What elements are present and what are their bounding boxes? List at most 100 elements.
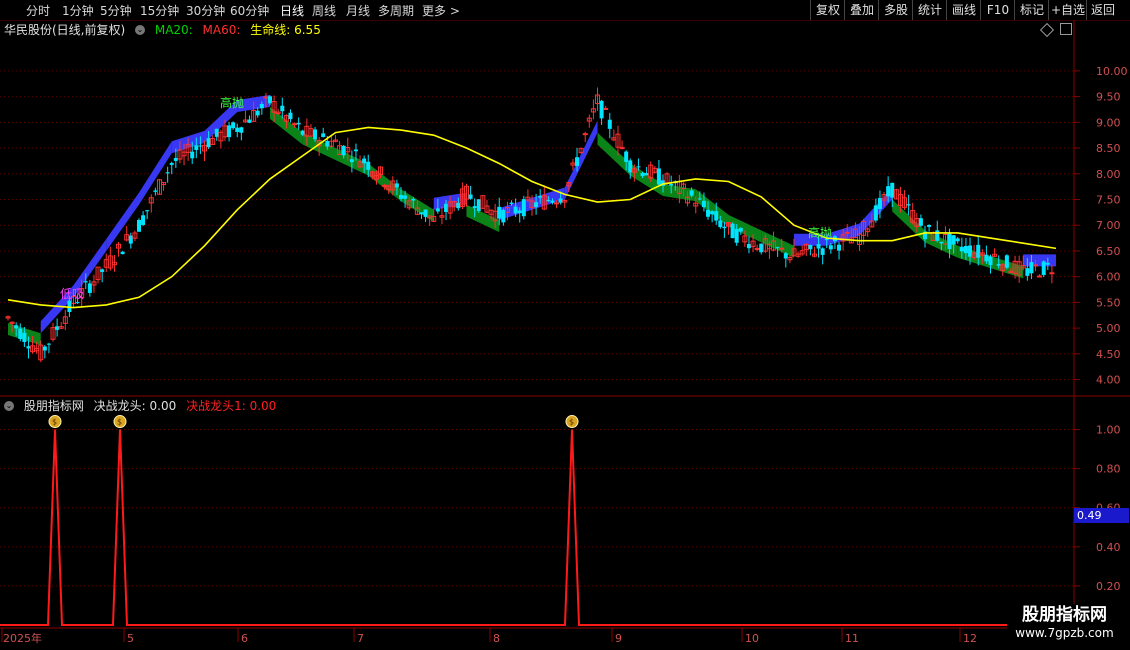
candle-body — [693, 202, 699, 207]
candle-body — [95, 266, 101, 281]
candle-body — [439, 215, 445, 218]
tab-timeframe-6[interactable]: 日线 — [280, 2, 304, 19]
candle-body — [935, 230, 940, 241]
tab-timeframe-8[interactable]: 月线 — [346, 2, 370, 19]
band-segment — [957, 245, 991, 269]
tab-timeframe-7[interactable]: 周线 — [312, 2, 336, 19]
tab-timeframe-3[interactable]: 15分钟 — [140, 2, 179, 19]
candle-body — [333, 139, 338, 142]
candle-body — [979, 252, 985, 256]
candle-body — [18, 328, 23, 339]
band-segment — [171, 130, 205, 154]
candle-body — [844, 231, 850, 234]
candle-body — [1033, 264, 1039, 267]
tab-timeframe-1[interactable]: 1分钟 — [62, 2, 94, 19]
panel-toggle-icon[interactable] — [1060, 23, 1072, 35]
candle-body — [242, 119, 248, 123]
candle-body — [947, 233, 952, 250]
toolbar-button-4[interactable]: 画线 — [946, 0, 981, 20]
y-tick-label: 4.50 — [1096, 348, 1121, 361]
candle-body — [775, 247, 780, 249]
candle-body — [738, 228, 743, 232]
tab-timeframe-0[interactable]: 分时 — [26, 2, 50, 19]
tab-timeframe-5[interactable]: 60分钟 — [230, 2, 269, 19]
candle-body — [1025, 268, 1030, 276]
watermark-url: www.7gpzb.com — [1015, 626, 1114, 640]
chevron-down-icon[interactable]: ⌄ — [135, 24, 146, 35]
signal-annotation: 高抛 — [220, 95, 244, 110]
band-segment — [433, 192, 467, 210]
candle-body — [423, 209, 428, 217]
toolbar-button-8[interactable]: 返回 — [1086, 0, 1119, 20]
candle-body — [206, 138, 211, 148]
candle-body — [546, 200, 551, 202]
candle-body — [218, 131, 224, 142]
candle-body — [509, 202, 514, 204]
candle-body — [210, 138, 216, 145]
candle-body — [103, 259, 109, 268]
signal-annotation: 高抛 — [808, 225, 832, 240]
kline-chart: 4.00 4.50 5.00 5.50 6.00 6.50 7.00 7.50 8.00 8.50… — [0, 20, 1130, 645]
candle-body — [971, 252, 977, 258]
toolbar-button-5[interactable]: F10 — [980, 0, 1015, 20]
candle-body — [202, 144, 207, 152]
candle-body — [373, 175, 379, 180]
candle-body — [615, 133, 621, 148]
candle-body — [984, 254, 989, 262]
candle-body — [177, 149, 183, 160]
tab-timeframe-4[interactable]: 30分钟 — [186, 2, 225, 19]
candle-body — [996, 264, 1001, 266]
toolbar-button-1[interactable]: 叠加 — [844, 0, 879, 20]
toolbar-button-3[interactable]: 统计 — [912, 0, 947, 20]
candle-body — [541, 195, 547, 210]
toolbar-button-0[interactable]: 复权 — [810, 0, 845, 20]
candle-body — [558, 198, 563, 203]
candle-body — [198, 145, 203, 147]
y-tick-label: 9.00 — [1096, 116, 1121, 129]
toolbar-button-2[interactable]: 多股 — [878, 0, 913, 20]
candle-body — [918, 218, 923, 226]
toolbar-button-6[interactable]: 标记 — [1014, 0, 1049, 20]
band-segment — [859, 187, 893, 236]
candle-body — [861, 220, 867, 236]
candle-body — [726, 222, 731, 227]
y-tick-label: 5.50 — [1096, 296, 1121, 309]
candle-body — [811, 253, 817, 257]
moneybag-icon-glyph: $ — [569, 418, 574, 427]
candle-body — [190, 151, 195, 159]
candle-body — [79, 288, 85, 299]
diamond-icon[interactable] — [1039, 22, 1055, 38]
candle-body — [153, 190, 158, 192]
x-tick-label: 10 — [745, 632, 759, 645]
candle-body — [1008, 270, 1014, 274]
band-segment — [8, 322, 41, 346]
candle-body — [386, 185, 392, 191]
candle-body — [91, 281, 97, 286]
candle-body — [595, 94, 600, 105]
y-tick-label: 4.00 — [1096, 374, 1121, 387]
x-tick-label: 12 — [963, 632, 977, 645]
candle-body — [34, 347, 40, 352]
band-segment — [990, 256, 1024, 279]
candle-body — [1049, 272, 1055, 275]
band-segment — [564, 120, 598, 200]
stock-title: 华民股份(日线,前复权) — [4, 23, 126, 37]
candle-body — [476, 199, 481, 211]
y-tick-label: 7.00 — [1096, 219, 1121, 232]
band-segment — [532, 187, 565, 210]
candle-body — [9, 321, 15, 324]
tab-timeframe-10[interactable]: 更多 > — [422, 2, 460, 19]
candle-body — [656, 168, 661, 185]
candle-body — [316, 139, 322, 147]
tab-timeframe-2[interactable]: 5分钟 — [100, 2, 132, 19]
chevron-down-icon[interactable]: ⌄ — [4, 400, 14, 411]
candle-body — [419, 212, 424, 215]
candle-body — [173, 157, 178, 161]
candle-body — [214, 128, 219, 137]
candle-body — [963, 246, 968, 254]
candle-body — [820, 248, 825, 255]
candle-body — [582, 133, 588, 136]
toolbar-button-7[interactable]: +自选 — [1048, 0, 1087, 20]
tab-timeframe-9[interactable]: 多周期 — [378, 2, 414, 19]
candle-body — [652, 167, 658, 173]
